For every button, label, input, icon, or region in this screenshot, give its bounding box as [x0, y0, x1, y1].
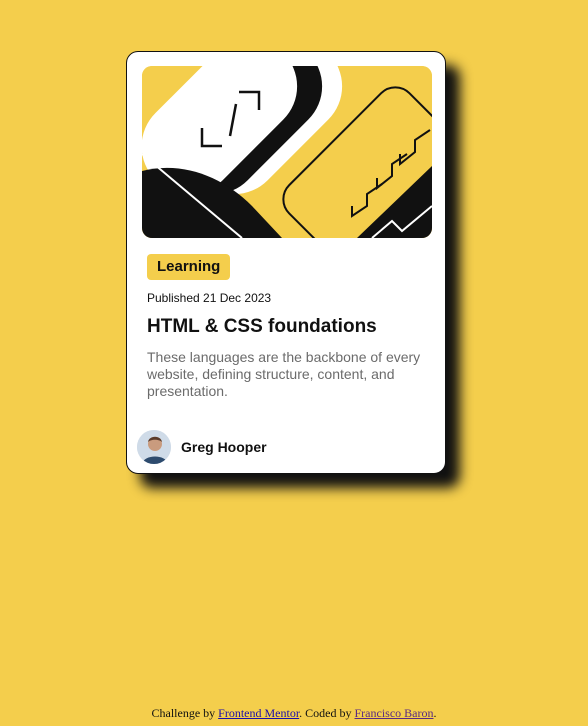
card-title[interactable]: HTML & CSS foundations: [147, 316, 377, 338]
attribution-prefix: Challenge by: [151, 706, 219, 720]
attribution-suffix: .: [433, 706, 437, 720]
avatar: [137, 430, 171, 464]
card-description: These languages are the backbone of ever…: [147, 349, 421, 399]
category-badge: Learning: [147, 254, 231, 280]
attribution-footer: Challenge by Frontend Mentor. Coded by F…: [0, 706, 588, 721]
published-date: Published 21 Dec 2023: [147, 291, 272, 305]
attribution-middle: . Coded by: [299, 706, 355, 720]
blog-preview-card: Learning Published 21 Dec 2023 HTML & CS…: [126, 51, 446, 474]
illustration-image: [142, 66, 432, 238]
author-name: Greg Hooper: [181, 439, 267, 455]
author: Greg Hooper: [137, 430, 267, 464]
frontend-mentor-link[interactable]: Frontend Mentor: [218, 706, 299, 720]
author-link[interactable]: Francisco Baron: [355, 706, 434, 720]
